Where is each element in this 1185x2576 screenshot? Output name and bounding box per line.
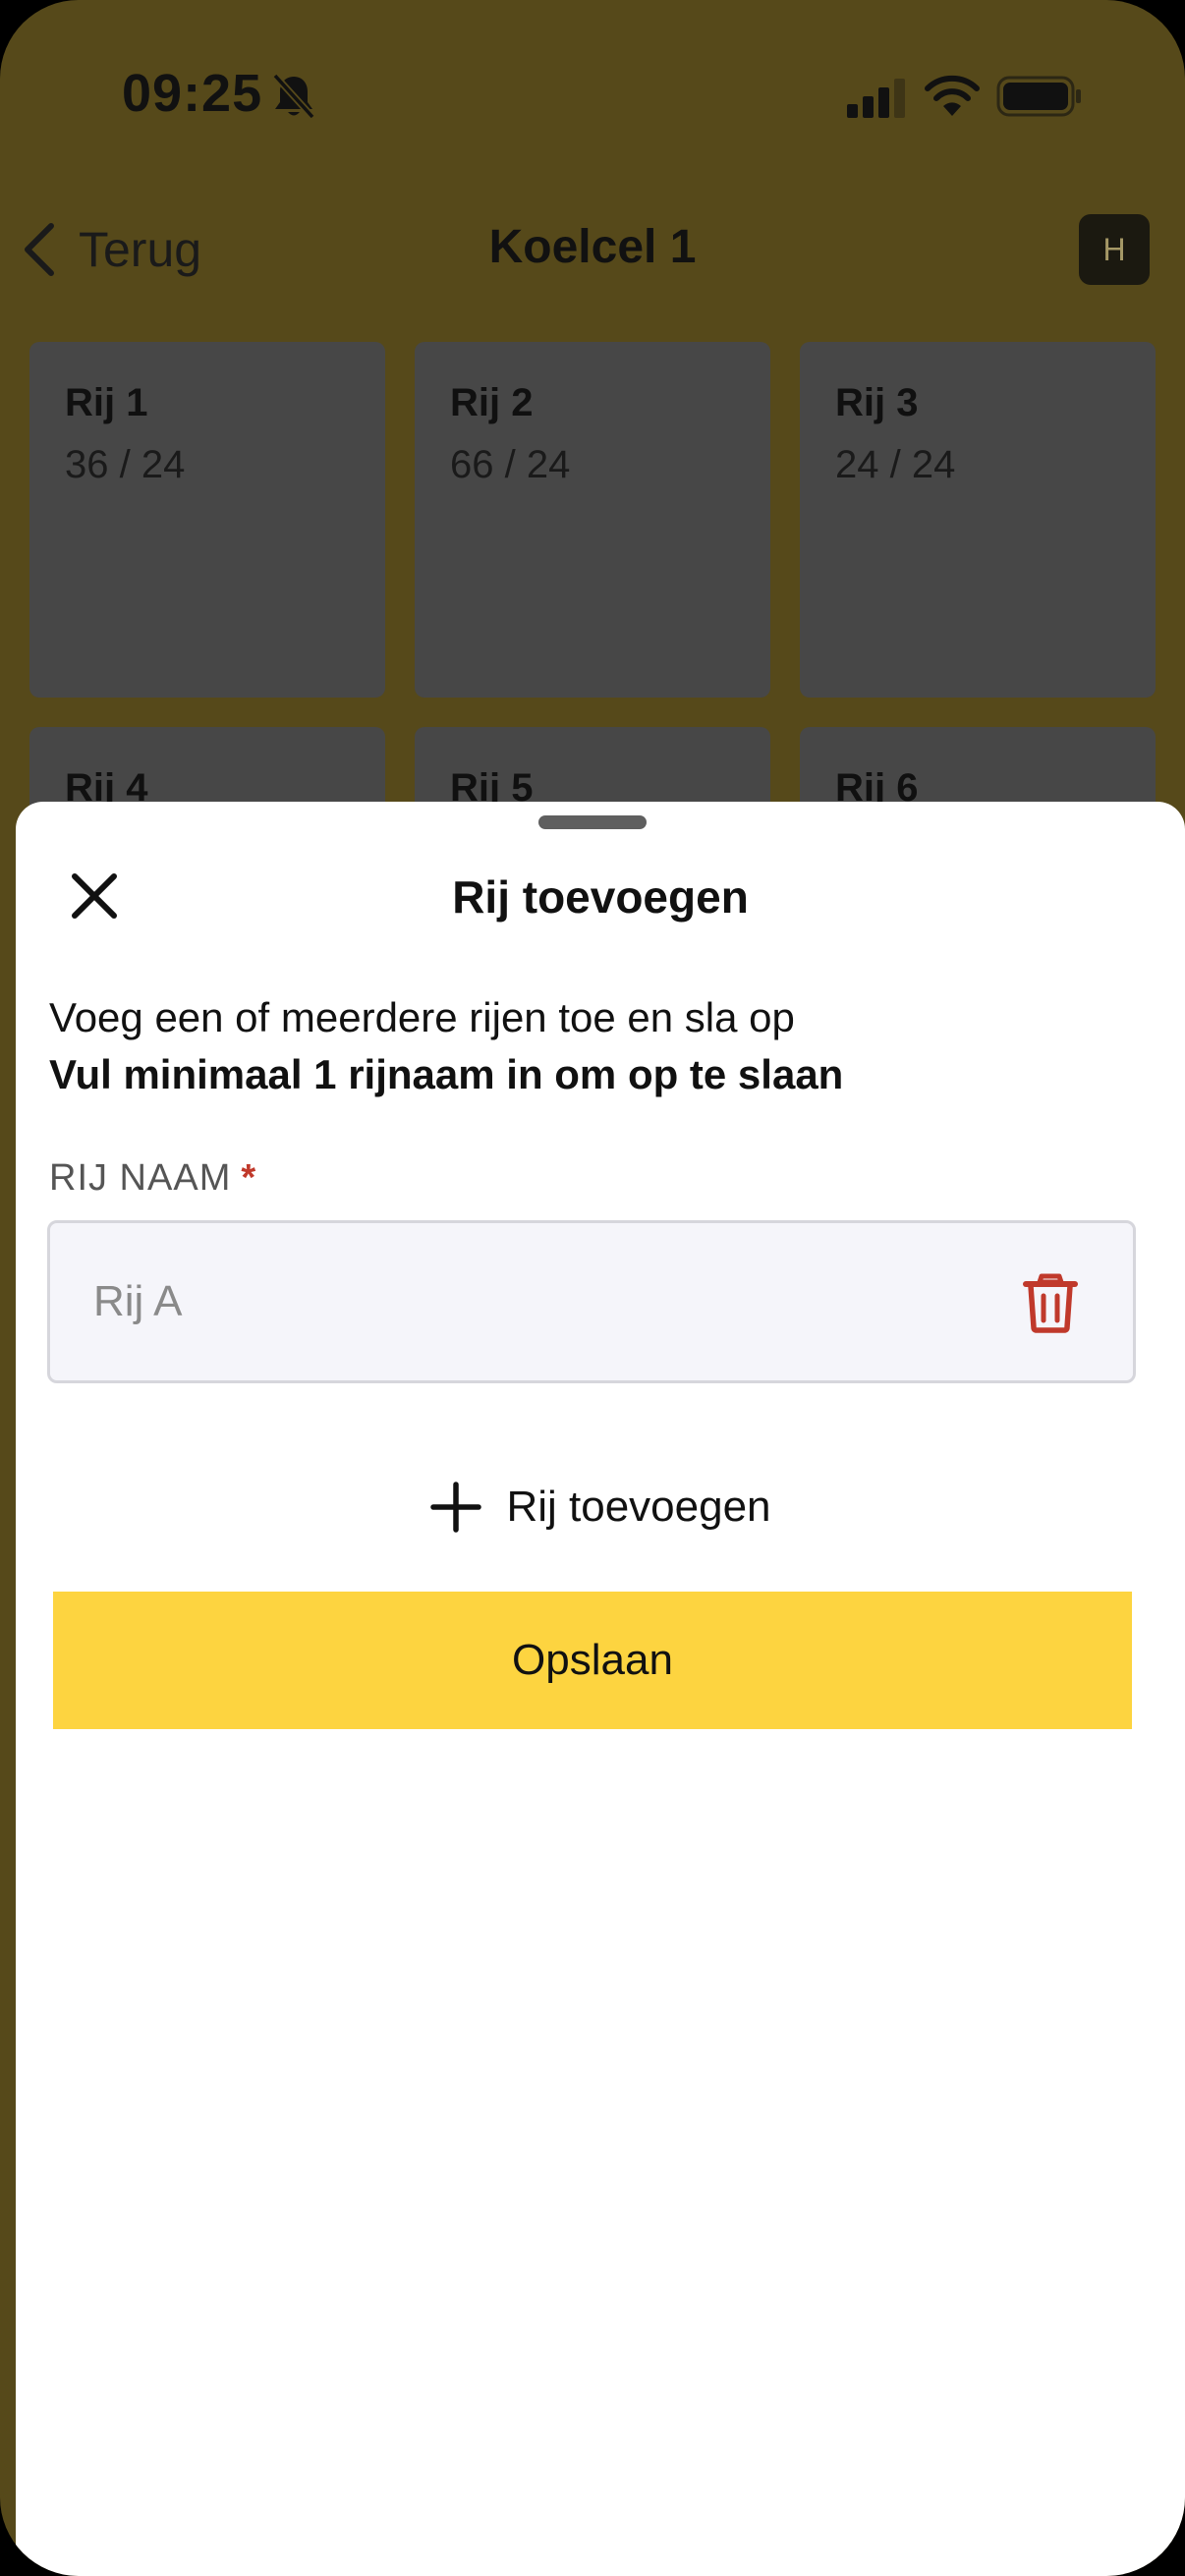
sheet-title: Rij toevoegen: [452, 871, 749, 923]
validation-hint: Vul minimaal 1 rijnaam in om op te slaan: [49, 1051, 844, 1097]
status-time: 09:25: [122, 64, 263, 123]
row-name-field: [47, 1220, 1136, 1383]
required-marker: *: [241, 1157, 257, 1199]
signal-icon: [847, 79, 905, 118]
add-row-button[interactable]: Rij toevoegen: [16, 1458, 1185, 1556]
row-tile[interactable]: Rij 3 24 / 24: [800, 342, 1156, 698]
row-tile-name: Rij 2: [450, 381, 534, 424]
row-tile[interactable]: Rij 2 66 / 24: [415, 342, 770, 698]
battery-icon: [996, 76, 1081, 117]
bell-slash-icon: [272, 73, 315, 120]
row-tile-count: 66 / 24: [450, 443, 571, 486]
page-title: Koelcel 1: [488, 221, 697, 273]
save-button[interactable]: Opslaan: [53, 1592, 1132, 1729]
app-screen: 09:25 Terug Koelcel 1 H Rij 1 36 / 24 Ri…: [0, 0, 1185, 2576]
instruction-text: Voeg een of meerdere rijen toe en sla op: [49, 994, 795, 1040]
add-row-sheet: Rij toevoegen Voeg een of meerdere rijen…: [16, 802, 1185, 2576]
status-bar: 09:25: [0, 0, 1185, 187]
row-tile-name: Rij 1: [65, 381, 148, 424]
row-tile-name: Rij 3: [835, 381, 919, 424]
add-row-label: Rij toevoegen: [506, 1483, 771, 1531]
trash-icon[interactable]: [1023, 1272, 1078, 1333]
row-name-label: RIJ NAAM *: [49, 1157, 256, 1200]
row-tile-count: 36 / 24: [65, 443, 186, 486]
plus-icon: [430, 1482, 482, 1533]
row-tile[interactable]: Rij 1 36 / 24: [29, 342, 385, 698]
row-name-input[interactable]: [93, 1223, 958, 1380]
avatar[interactable]: H: [1079, 214, 1150, 285]
row-name-label-text: RIJ NAAM: [49, 1157, 232, 1199]
row-tile-count: 24 / 24: [835, 443, 956, 486]
sheet-drag-handle[interactable]: [538, 815, 647, 829]
wifi-icon: [925, 75, 980, 116]
